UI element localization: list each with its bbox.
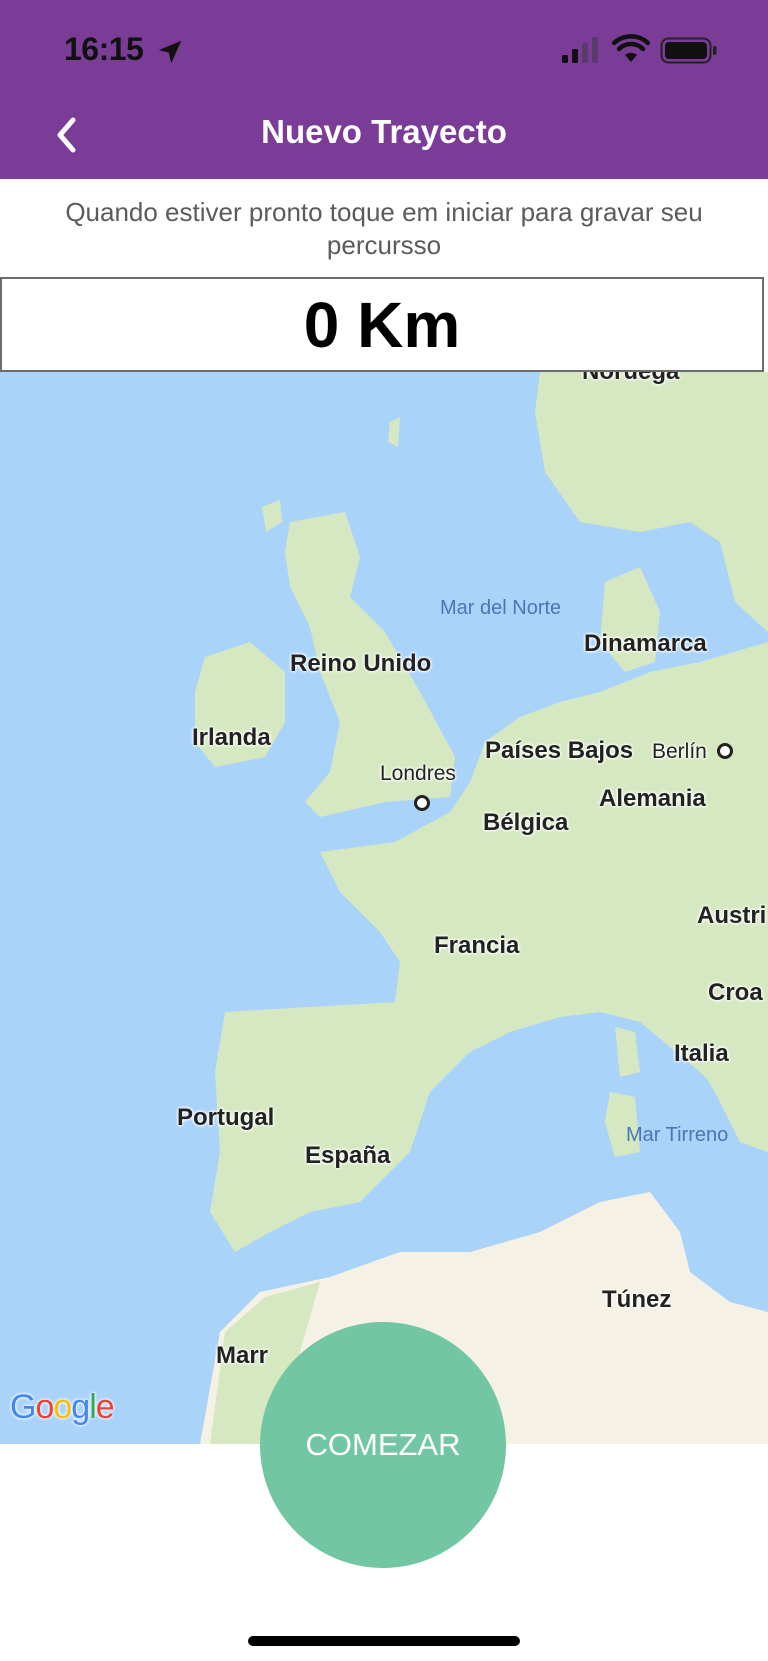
cellular-signal-icon	[562, 37, 598, 63]
map-view[interactable]: Noruega Mar del Norte Dinamarca Reino Un…	[0, 372, 768, 1444]
map-label-belgium: Bélgica	[483, 809, 569, 836]
map-label-united-kingdom: Reino Unido	[290, 650, 432, 677]
map-label-norway: Noruega	[582, 372, 679, 386]
london-marker-icon	[414, 795, 430, 811]
map-label-italy: Italia	[674, 1040, 729, 1067]
wifi-icon	[612, 34, 650, 62]
location-arrow-icon	[158, 40, 182, 64]
map-label-netherlands: Países Bajos	[485, 737, 634, 764]
map-label-portugal: Portugal	[177, 1104, 275, 1131]
app-header: 16:15 Nuevo Trayecto	[0, 0, 768, 179]
map-label-morocco: Marr	[216, 1342, 269, 1369]
map-label-london: Londres	[380, 762, 456, 785]
battery-icon	[660, 37, 717, 64]
map-label-ireland: Irlanda	[192, 724, 271, 751]
page-title: Nuevo Trayecto	[261, 113, 507, 150]
map-label-france: Francia	[434, 932, 520, 959]
map-label-croatia: Croa	[708, 979, 763, 1006]
distance-value: 0 Km	[303, 288, 461, 361]
map-label-tyrrhenian-sea: Mar Tirreno	[626, 1124, 729, 1146]
map-label-tunisia: Túnez	[602, 1286, 672, 1313]
berlin-marker-icon	[717, 743, 733, 759]
map-land-shapes	[195, 372, 768, 1444]
map-label-north-sea: Mar del Norte	[440, 597, 562, 619]
map-label-berlin: Berlín	[652, 740, 707, 763]
status-time: 16:15	[64, 31, 144, 67]
map-label-spain: España	[305, 1142, 391, 1169]
google-logo: Google	[10, 1388, 115, 1426]
start-button[interactable]: COMEZAR	[260, 1322, 506, 1568]
map-label-germany: Alemania	[599, 785, 706, 812]
instructions-text: Quando estiver pronto toque em iniciar p…	[65, 197, 703, 260]
map-label-austria: Austri	[697, 902, 767, 929]
map-label-denmark: Dinamarca	[584, 630, 707, 657]
home-indicator	[248, 1636, 520, 1646]
distance-display: 0 Km	[0, 277, 764, 372]
